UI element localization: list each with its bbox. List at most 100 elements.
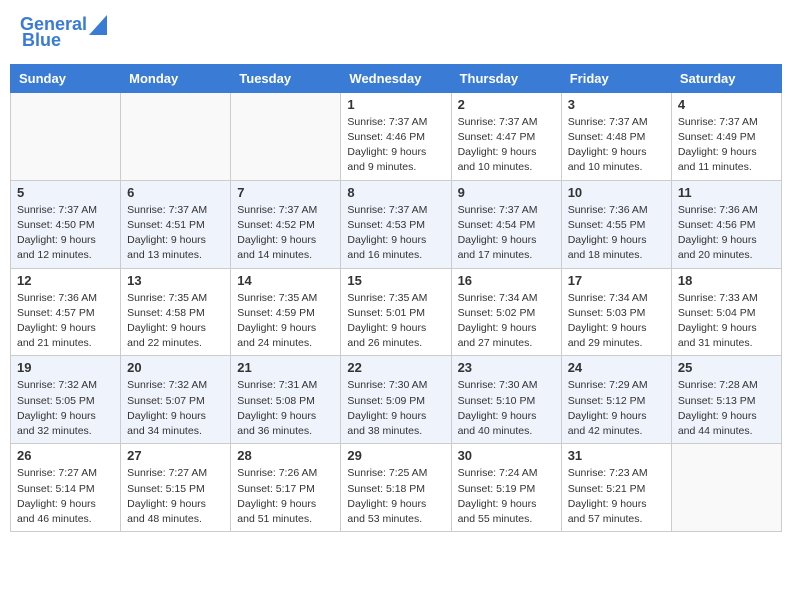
day-number: 9 xyxy=(458,185,555,200)
logo: General Blue xyxy=(20,15,107,51)
day-info: Sunrise: 7:34 AMSunset: 5:02 PMDaylight:… xyxy=(458,291,555,352)
calendar-week-row: 19Sunrise: 7:32 AMSunset: 5:05 PMDayligh… xyxy=(11,356,782,444)
calendar-cell: 9Sunrise: 7:37 AMSunset: 4:54 PMDaylight… xyxy=(451,180,561,268)
day-number: 29 xyxy=(347,448,444,463)
day-number: 26 xyxy=(17,448,114,463)
day-info: Sunrise: 7:31 AMSunset: 5:08 PMDaylight:… xyxy=(237,378,334,439)
calendar-cell: 2 Sunrise: 7:37 AMSunset: 4:47 PMDaylight… xyxy=(451,92,561,180)
calendar-week-row: 5 Sunrise: 7:37 AMSunset: 4:50 PMDaylight… xyxy=(11,180,782,268)
calendar-cell: 28 Sunrise: 7:26 AMSunset: 5:17 PMDayligh… xyxy=(231,444,341,532)
day-info: Sunrise: 7:37 AMSunset: 4:51 PMDaylight:… xyxy=(127,203,224,264)
day-info: Sunrise: 7:37 AMSunset: 4:52 PMDaylight:… xyxy=(237,203,334,264)
day-number: 5 xyxy=(17,185,114,200)
day-info: Sunrise: 7:28 AMSunset: 5:13 PMDaylight:… xyxy=(678,378,775,439)
day-info: Sunrise: 7:37 AMSunset: 4:46 PMDaylight:… xyxy=(347,115,444,176)
day-info: Sunrise: 7:34 AMSunset: 5:03 PMDaylight:… xyxy=(568,291,665,352)
day-info: Sunrise: 7:24 AMSunset: 5:19 PMDaylight:… xyxy=(458,466,555,527)
day-info: Sunrise: 7:37 AMSunset: 4:53 PMDaylight:… xyxy=(347,203,444,264)
calendar-cell: 27 Sunrise: 7:27 AMSunset: 5:15 PMDayligh… xyxy=(121,444,231,532)
logo-blue-text: Blue xyxy=(22,31,61,51)
day-info: Sunrise: 7:35 AMSunset: 5:01 PMDaylight:… xyxy=(347,291,444,352)
day-number: 11 xyxy=(678,185,775,200)
calendar-cell: 7 Sunrise: 7:37 AMSunset: 4:52 PMDaylight… xyxy=(231,180,341,268)
calendar-cell: 18Sunrise: 7:33 AMSunset: 5:04 PMDayligh… xyxy=(671,268,781,356)
day-info: Sunrise: 7:23 AMSunset: 5:21 PMDaylight:… xyxy=(568,466,665,527)
day-info: Sunrise: 7:37 AMSunset: 4:50 PMDaylight:… xyxy=(17,203,114,264)
calendar-cell: 25 Sunrise: 7:28 AMSunset: 5:13 PMDayligh… xyxy=(671,356,781,444)
day-number: 1 xyxy=(347,97,444,112)
day-number: 15 xyxy=(347,273,444,288)
calendar-cell: 8 Sunrise: 7:37 AMSunset: 4:53 PMDaylight… xyxy=(341,180,451,268)
calendar-cell: 29 Sunrise: 7:25 AMSunset: 5:18 PMDayligh… xyxy=(341,444,451,532)
day-number: 20 xyxy=(127,360,224,375)
day-number: 2 xyxy=(458,97,555,112)
calendar-cell xyxy=(121,92,231,180)
day-number: 23 xyxy=(458,360,555,375)
day-info: Sunrise: 7:32 AMSunset: 5:07 PMDaylight:… xyxy=(127,378,224,439)
calendar-cell: 26 Sunrise: 7:27 AMSunset: 5:14 PMDayligh… xyxy=(11,444,121,532)
calendar-cell: 23 Sunrise: 7:30 AMSunset: 5:10 PMDayligh… xyxy=(451,356,561,444)
day-info: Sunrise: 7:36 AMSunset: 4:56 PMDaylight:… xyxy=(678,203,775,264)
calendar-cell xyxy=(671,444,781,532)
day-number: 7 xyxy=(237,185,334,200)
day-info: Sunrise: 7:30 AMSunset: 5:09 PMDaylight:… xyxy=(347,378,444,439)
day-info: Sunrise: 7:36 AMSunset: 4:55 PMDaylight:… xyxy=(568,203,665,264)
day-info: Sunrise: 7:30 AMSunset: 5:10 PMDaylight:… xyxy=(458,378,555,439)
calendar-cell: 6 Sunrise: 7:37 AMSunset: 4:51 PMDaylight… xyxy=(121,180,231,268)
calendar-cell: 24 Sunrise: 7:29 AMSunset: 5:12 PMDayligh… xyxy=(561,356,671,444)
day-number: 10 xyxy=(568,185,665,200)
calendar-cell: 10 Sunrise: 7:36 AMSunset: 4:55 PMDayligh… xyxy=(561,180,671,268)
calendar-cell: 4Sunrise: 7:37 AMSunset: 4:49 PMDaylight… xyxy=(671,92,781,180)
page-header: General Blue xyxy=(10,10,782,56)
calendar-cell xyxy=(231,92,341,180)
weekday-header-tuesday: Tuesday xyxy=(231,64,341,92)
calendar-cell: 30Sunrise: 7:24 AMSunset: 5:19 PMDayligh… xyxy=(451,444,561,532)
day-number: 25 xyxy=(678,360,775,375)
calendar-week-row: 26 Sunrise: 7:27 AMSunset: 5:14 PMDayligh… xyxy=(11,444,782,532)
weekday-header-friday: Friday xyxy=(561,64,671,92)
day-info: Sunrise: 7:37 AMSunset: 4:48 PMDaylight:… xyxy=(568,115,665,176)
calendar-cell: 3 Sunrise: 7:37 AMSunset: 4:48 PMDaylight… xyxy=(561,92,671,180)
day-info: Sunrise: 7:29 AMSunset: 5:12 PMDaylight:… xyxy=(568,378,665,439)
day-info: Sunrise: 7:26 AMSunset: 5:17 PMDaylight:… xyxy=(237,466,334,527)
day-number: 6 xyxy=(127,185,224,200)
day-number: 27 xyxy=(127,448,224,463)
day-number: 22 xyxy=(347,360,444,375)
day-number: 8 xyxy=(347,185,444,200)
day-number: 24 xyxy=(568,360,665,375)
day-number: 3 xyxy=(568,97,665,112)
calendar-table: SundayMondayTuesdayWednesdayThursdayFrid… xyxy=(10,64,782,532)
day-number: 31 xyxy=(568,448,665,463)
day-info: Sunrise: 7:37 AMSunset: 4:47 PMDaylight:… xyxy=(458,115,555,176)
calendar-cell: 12Sunrise: 7:36 AMSunset: 4:57 PMDayligh… xyxy=(11,268,121,356)
day-info: Sunrise: 7:37 AMSunset: 4:49 PMDaylight:… xyxy=(678,115,775,176)
calendar-cell: 16 Sunrise: 7:34 AMSunset: 5:02 PMDayligh… xyxy=(451,268,561,356)
weekday-header-saturday: Saturday xyxy=(671,64,781,92)
day-info: Sunrise: 7:27 AMSunset: 5:14 PMDaylight:… xyxy=(17,466,114,527)
day-number: 18 xyxy=(678,273,775,288)
day-info: Sunrise: 7:32 AMSunset: 5:05 PMDaylight:… xyxy=(17,378,114,439)
calendar-week-row: 1 Sunrise: 7:37 AMSunset: 4:46 PMDaylight… xyxy=(11,92,782,180)
calendar-cell: 15 Sunrise: 7:35 AMSunset: 5:01 PMDayligh… xyxy=(341,268,451,356)
logo-triangle-icon xyxy=(89,15,107,35)
calendar-cell: 1 Sunrise: 7:37 AMSunset: 4:46 PMDaylight… xyxy=(341,92,451,180)
day-info: Sunrise: 7:35 AMSunset: 4:59 PMDaylight:… xyxy=(237,291,334,352)
day-number: 17 xyxy=(568,273,665,288)
day-number: 12 xyxy=(17,273,114,288)
weekday-header-monday: Monday xyxy=(121,64,231,92)
weekday-header-row: SundayMondayTuesdayWednesdayThursdayFrid… xyxy=(11,64,782,92)
calendar-cell xyxy=(11,92,121,180)
day-info: Sunrise: 7:25 AMSunset: 5:18 PMDaylight:… xyxy=(347,466,444,527)
day-info: Sunrise: 7:35 AMSunset: 4:58 PMDaylight:… xyxy=(127,291,224,352)
day-info: Sunrise: 7:27 AMSunset: 5:15 PMDaylight:… xyxy=(127,466,224,527)
day-number: 28 xyxy=(237,448,334,463)
calendar-cell: 19Sunrise: 7:32 AMSunset: 5:05 PMDayligh… xyxy=(11,356,121,444)
calendar-cell: 11 Sunrise: 7:36 AMSunset: 4:56 PMDayligh… xyxy=(671,180,781,268)
calendar-cell: 20 Sunrise: 7:32 AMSunset: 5:07 PMDayligh… xyxy=(121,356,231,444)
calendar-cell: 22 Sunrise: 7:30 AMSunset: 5:09 PMDayligh… xyxy=(341,356,451,444)
day-number: 21 xyxy=(237,360,334,375)
day-number: 13 xyxy=(127,273,224,288)
weekday-header-sunday: Sunday xyxy=(11,64,121,92)
calendar-cell: 5 Sunrise: 7:37 AMSunset: 4:50 PMDaylight… xyxy=(11,180,121,268)
day-number: 16 xyxy=(458,273,555,288)
